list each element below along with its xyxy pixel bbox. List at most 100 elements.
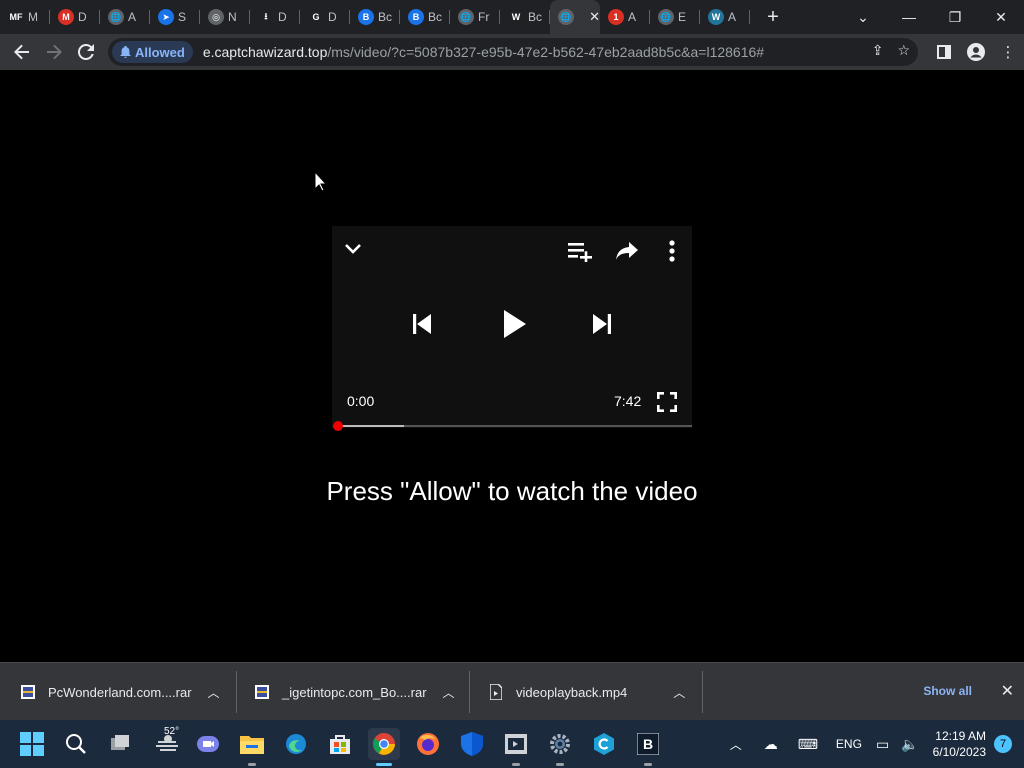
media-app-button[interactable] — [500, 728, 532, 766]
tab[interactable]: GD — [300, 0, 350, 34]
chevron-up-icon[interactable]: ︿ — [443, 684, 455, 701]
share-icon[interactable]: ⇪ — [872, 42, 884, 59]
film-clapper-icon — [505, 734, 527, 754]
weather-widget[interactable]: 52° — [148, 726, 188, 760]
next-track-icon[interactable] — [593, 314, 611, 334]
chevron-up-icon[interactable]: ︿ — [730, 736, 742, 753]
reload-button[interactable] — [70, 36, 102, 68]
download-item-1[interactable]: PcWonderland.com....rar ︿ — [20, 663, 220, 721]
video-file-icon — [488, 684, 504, 700]
tab[interactable]: 1A — [600, 0, 650, 34]
tab-title: D — [278, 10, 287, 24]
fullscreen-icon[interactable] — [657, 392, 677, 412]
search-icon — [66, 734, 86, 754]
mouse-cursor-icon — [315, 172, 327, 192]
clock[interactable]: 12:19 AM 6/10/2023 — [933, 728, 986, 760]
address-bar[interactable]: Allowed e.captchawizard.top/ms/video/?c=… — [108, 38, 918, 66]
running-indicator — [376, 763, 392, 766]
forward-button[interactable] — [38, 36, 70, 68]
share-arrow-icon[interactable] — [616, 242, 638, 260]
tab-title: S — [178, 10, 187, 24]
profile-avatar-icon[interactable] — [960, 36, 992, 68]
tab[interactable]: MD — [50, 0, 100, 34]
permission-chip[interactable]: Allowed — [112, 41, 193, 63]
arrow-logo-icon: ➤ — [158, 9, 174, 25]
new-tab-button[interactable]: + — [758, 6, 788, 29]
tab-title: A — [128, 10, 137, 24]
close-window-button[interactable]: ✕ — [978, 9, 1024, 26]
firefox-button[interactable] — [412, 728, 444, 760]
tab-active[interactable]: 🌐 ✕ — [550, 0, 600, 34]
tab[interactable]: 🌐 E — [650, 0, 700, 34]
show-all-downloads-link[interactable]: Show all — [923, 684, 972, 698]
more-options-icon[interactable] — [668, 240, 676, 262]
tab[interactable]: MF M — [0, 0, 50, 34]
close-download-shelf-icon[interactable]: ✕ — [1001, 681, 1014, 701]
running-indicator — [644, 763, 652, 766]
tab[interactable]: 🌐 Fr — [450, 0, 500, 34]
chevron-up-icon[interactable]: ︿ — [208, 684, 220, 701]
microsoft-store-button[interactable] — [324, 728, 356, 760]
close-tab-icon[interactable]: ✕ — [589, 9, 600, 25]
chevron-up-icon[interactable]: ︿ — [673, 684, 685, 701]
running-indicator — [248, 763, 256, 766]
language-indicator[interactable]: ENG — [836, 737, 862, 751]
shield-icon — [461, 732, 483, 756]
browser-toolbar: Allowed e.captchawizard.top/ms/video/?c=… — [0, 34, 1024, 70]
back-button[interactable] — [6, 36, 38, 68]
settings-button[interactable] — [544, 728, 576, 766]
bookmark-star-icon[interactable]: ☆ — [897, 42, 910, 59]
add-to-queue-icon[interactable] — [568, 240, 594, 262]
keyboard-icon[interactable]: ⌨ — [798, 736, 818, 753]
tab[interactable]: 🌐 A — [100, 0, 150, 34]
volume-icon[interactable]: 🔈 — [901, 736, 918, 753]
system-tray: ︿ ☁ ⌨ ENG ▭ 🔈 12:19 AM 6/10/2023 7 — [718, 720, 1024, 768]
progress-scrubber[interactable] — [333, 421, 343, 431]
url-text[interactable]: e.captchawizard.top/ms/video/?c=5087b327… — [203, 44, 764, 60]
ccleaner-button[interactable] — [588, 728, 620, 760]
tab[interactable]: ➤ S — [150, 0, 200, 34]
globe-icon: 🌐 — [658, 9, 674, 25]
tab[interactable]: WA — [700, 0, 750, 34]
teams-chat-button[interactable] — [192, 728, 224, 760]
tab[interactable]: B Bc — [400, 0, 450, 34]
clock-date: 6/10/2023 — [932, 745, 986, 759]
start-button[interactable] — [16, 728, 48, 760]
b-app-button[interactable]: B — [632, 728, 664, 766]
chevron-down-icon[interactable] — [344, 242, 362, 256]
folder-icon — [240, 736, 264, 754]
tab[interactable]: B Bc — [350, 0, 400, 34]
download-filename: _igetintopc.com_Bo....rar — [282, 684, 427, 700]
tab-search-icon[interactable]: ⌄ — [840, 9, 886, 26]
window-controls: ⌄ — ❐ ✕ — [840, 0, 1024, 34]
download-item-2[interactable]: _igetintopc.com_Bo....rar ︿ — [254, 663, 455, 721]
progress-bar[interactable] — [333, 421, 692, 431]
current-time: 0:00 — [347, 393, 375, 409]
previous-track-icon[interactable] — [413, 314, 431, 334]
search-button[interactable] — [60, 728, 92, 760]
task-view-button[interactable] — [104, 728, 136, 760]
play-icon[interactable] — [504, 310, 526, 338]
permission-chip-label: Allowed — [135, 44, 185, 60]
tab[interactable]: ⭳ D — [250, 0, 300, 34]
globe-icon: 🌐 — [108, 9, 124, 25]
file-explorer-button[interactable] — [236, 728, 268, 766]
progress-buffered — [337, 425, 405, 427]
gear-icon — [550, 734, 570, 754]
menu-kebab-icon[interactable]: ⋮ — [992, 36, 1024, 68]
minimize-button[interactable]: — — [886, 9, 932, 25]
tab[interactable]: ◎ N — [200, 0, 250, 34]
notification-badge-icon: 1 — [608, 9, 624, 25]
video-player[interactable]: 0:00 7:42 — [332, 226, 692, 431]
defender-button[interactable] — [456, 728, 488, 760]
chrome-button[interactable] — [368, 728, 400, 766]
network-icon[interactable]: ▭ — [876, 736, 889, 753]
restore-button[interactable]: ❐ — [932, 9, 978, 26]
side-panel-icon[interactable] — [928, 36, 960, 68]
tab[interactable]: W Bc — [500, 0, 550, 34]
download-item-3[interactable]: videoplayback.mp4 ︿ — [488, 663, 685, 721]
notification-badge[interactable]: 7 — [994, 735, 1012, 753]
b-shield-icon: B — [358, 9, 374, 25]
cloud-offline-icon[interactable]: ☁ — [764, 736, 778, 753]
edge-button[interactable] — [280, 728, 312, 760]
